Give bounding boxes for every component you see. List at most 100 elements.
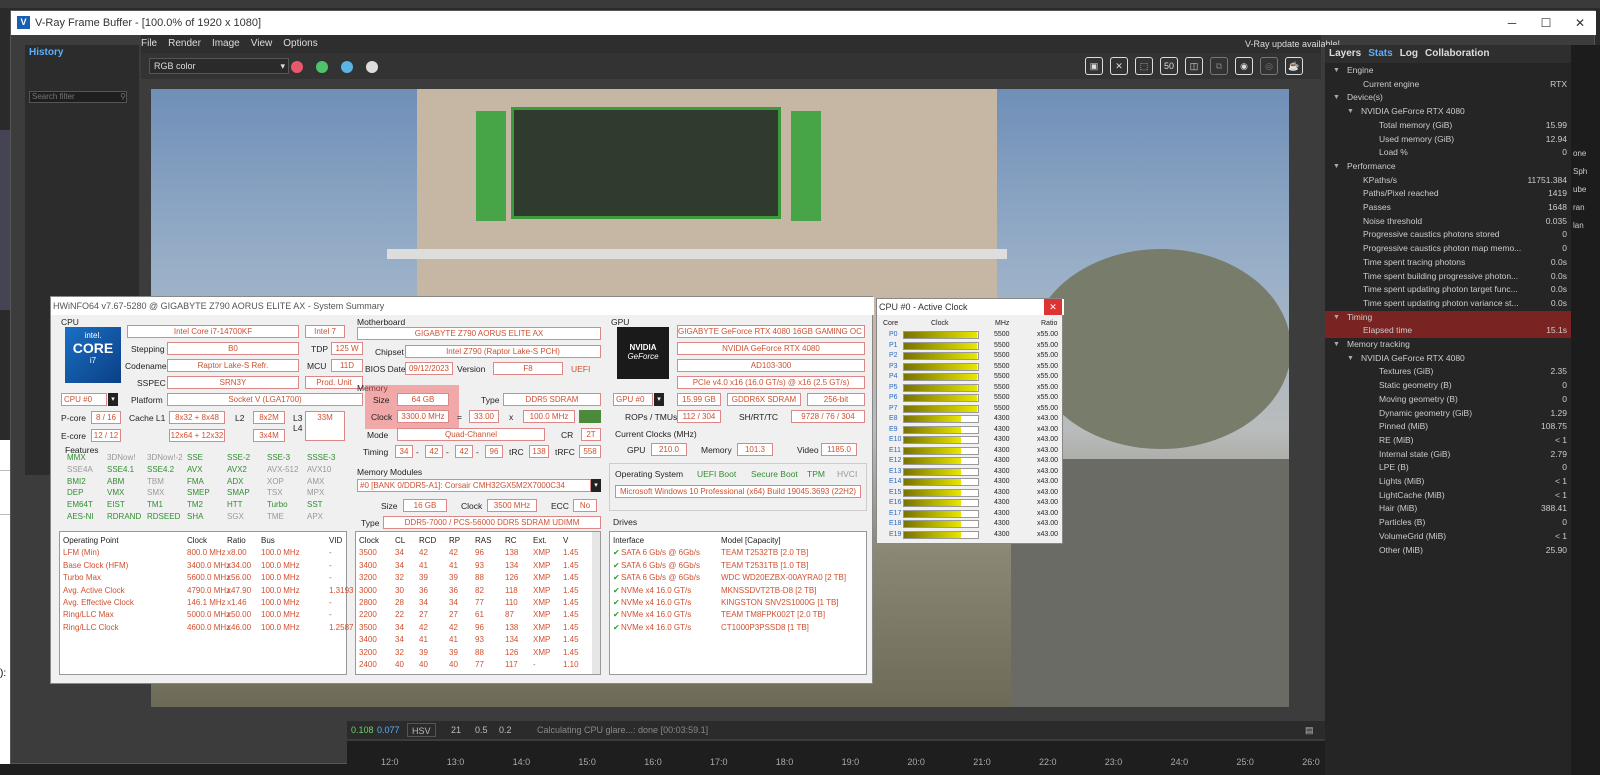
table-cell: 82	[475, 585, 484, 595]
table-cell: 40	[449, 660, 458, 669]
region-render-icon[interactable]: ⬚	[1135, 57, 1153, 75]
stats-row[interactable]: Used memory (GiB) 12.94	[1325, 133, 1571, 147]
stats-row[interactable]: Internal state (GiB) 2.79	[1325, 448, 1571, 462]
table-cell: 32	[395, 573, 404, 583]
stats-row[interactable]: ▼ Memory tracking	[1325, 338, 1571, 352]
stats-row[interactable]: Current engine RTX	[1325, 78, 1571, 92]
interactive-render-icon[interactable]: ◉	[1235, 57, 1253, 75]
hwinfo-titlebar[interactable]: HWiNFO64 v7.67-5280 @ GIGABYTE Z790 AORU…	[51, 297, 874, 315]
chevron-down-icon[interactable]: ▾	[654, 393, 664, 406]
stats-row[interactable]: Total memory (GiB) 15.99	[1325, 119, 1571, 133]
maximize-button[interactable]: ☐	[1529, 11, 1563, 35]
history-search-input[interactable]: Search filter ⚲	[29, 91, 127, 103]
menu-file[interactable]: File	[141, 38, 157, 49]
expand-triangle-icon[interactable]: ▼	[1333, 64, 1340, 78]
close-button[interactable]: ✕	[1563, 11, 1597, 35]
stats-row[interactable]: RE (MiB) < 1	[1325, 434, 1571, 448]
stats-row[interactable]: Progressive caustics photons stored 0	[1325, 228, 1571, 242]
stats-row[interactable]: ▼ Timing	[1325, 310, 1571, 325]
stats-row[interactable]: Passes 1648	[1325, 201, 1571, 215]
stats-row[interactable]: Dynamic geometry (GiB) 1.29	[1325, 407, 1571, 421]
stats-row[interactable]: Elapsed time 15.1s	[1325, 324, 1571, 338]
expand-triangle-icon[interactable]: ▼	[1333, 91, 1340, 105]
clear-image-icon[interactable]: ✕	[1110, 57, 1128, 75]
close-icon[interactable]: ✕	[1044, 299, 1062, 315]
stats-row[interactable]: ▼ NVIDIA GeForce RTX 4080	[1325, 352, 1571, 366]
menu-view[interactable]: View	[251, 38, 273, 49]
stats-row[interactable]: Static geometry (B) 0	[1325, 379, 1571, 393]
stats-row[interactable]: LPE (B) 0	[1325, 461, 1571, 475]
chevron-down-icon[interactable]: ▾	[591, 479, 601, 492]
gpu-selector[interactable]: GPU #0	[613, 393, 653, 406]
stats-row[interactable]: Time spent building progressive photon..…	[1325, 270, 1571, 284]
stats-row[interactable]: Time spent tracing photons 0.0s	[1325, 256, 1571, 270]
stats-row[interactable]: Time spent updating photon variance st..…	[1325, 297, 1571, 311]
expand-triangle-icon[interactable]: ▼	[1333, 311, 1340, 325]
window-titlebar[interactable]: V-Ray Frame Buffer - [100.0% of 1920 x 1…	[11, 11, 1596, 35]
stats-row[interactable]: Load % 0	[1325, 146, 1571, 160]
stats-value: < 1	[1554, 434, 1567, 445]
stats-row[interactable]: Progressive caustics photon map memo... 0	[1325, 242, 1571, 256]
table-cell: XMP	[533, 647, 551, 657]
table-header-cell: CL	[395, 536, 406, 545]
stats-row[interactable]: ▼ Engine	[1325, 64, 1571, 78]
cpu-selector[interactable]: CPU #0	[61, 393, 107, 406]
cpu-feature: SMEP	[187, 488, 210, 498]
stats-row[interactable]: Textures (GiB) 2.35	[1325, 365, 1571, 379]
green-channel-toggle[interactable]	[316, 61, 328, 73]
tab-stats[interactable]: Stats	[1368, 48, 1392, 59]
stats-row[interactable]: Particles (B) 0	[1325, 516, 1571, 530]
minimize-button[interactable]: ─	[1495, 11, 1529, 35]
menu-render[interactable]: Render	[168, 38, 201, 49]
tab-collaboration[interactable]: Collaboration	[1425, 48, 1489, 59]
expand-triangle-icon[interactable]: ▼	[1333, 338, 1340, 352]
red-channel-toggle[interactable]	[291, 61, 303, 73]
tab-log[interactable]: Log	[1400, 48, 1418, 59]
memory-module-select[interactable]: #0 [BANK 0/DDR5-A1]: Corsair CMH32GX5M2X…	[357, 479, 591, 492]
stats-row[interactable]: Pinned (MiB) 108.75	[1325, 420, 1571, 434]
timeline-tick-label: 25:0	[1236, 757, 1254, 767]
color-mode-select[interactable]: HSV	[407, 723, 436, 737]
stats-row[interactable]: ▼ NVIDIA GeForce RTX 4080	[1325, 105, 1571, 119]
memory-modules-section-label: Memory Modules	[357, 467, 423, 477]
cpu-feature: DEP	[67, 488, 84, 498]
expand-triangle-icon[interactable]: ▼	[1333, 160, 1340, 174]
menu-options[interactable]: Options	[283, 38, 317, 49]
active-clock-titlebar[interactable]: CPU #0 - Active Clock	[877, 299, 1064, 315]
bios-date: 09/12/2023	[405, 362, 453, 375]
menu-image[interactable]: Image	[212, 38, 240, 49]
compare-icon[interactable]: ◫	[1185, 57, 1203, 75]
link-icon[interactable]: ⧉	[1210, 57, 1228, 75]
zoom-level-icon[interactable]: 50	[1160, 57, 1178, 75]
save-icon[interactable]: ▣	[1085, 57, 1103, 75]
channel-select[interactable]: RGB color ▾	[149, 58, 289, 74]
table-cell: 77	[475, 598, 484, 607]
clock-bar	[903, 467, 979, 476]
stats-row[interactable]: Moving geometry (B) 0	[1325, 393, 1571, 407]
render-icon[interactable]: ◎	[1260, 57, 1278, 75]
stats-row[interactable]: ▼ Performance	[1325, 160, 1571, 174]
stats-row[interactable]: Noise threshold 0.035	[1325, 215, 1571, 229]
stats-row[interactable]: Paths/Pixel reached 1419	[1325, 187, 1571, 201]
start-render-icon[interactable]: ☕	[1285, 57, 1303, 75]
console-icon[interactable]: ▤	[1305, 721, 1314, 739]
expand-triangle-icon[interactable]: ▼	[1347, 105, 1354, 119]
stats-row[interactable]: Lights (MiB) < 1	[1325, 475, 1571, 489]
stats-row[interactable]: Time spent updating photon target func..…	[1325, 283, 1571, 297]
stats-row[interactable]: KPaths/s 11751.384	[1325, 174, 1571, 188]
tab-layers[interactable]: Layers	[1329, 48, 1361, 59]
scrollbar[interactable]	[592, 532, 600, 674]
expand-triangle-icon[interactable]: ▼	[1347, 352, 1354, 366]
memory-timings-table: Clock CL RCD RP RAS RC Ext. V 3500 34 42 42 96 138 XMP…	[355, 531, 601, 675]
stats-row[interactable]: ▼ Device(s)	[1325, 91, 1571, 105]
stats-row[interactable]: VolumeGrid (MiB) < 1	[1325, 530, 1571, 544]
stats-row[interactable]: Other (MiB) 25.90	[1325, 544, 1571, 558]
chevron-down-icon[interactable]: ▾	[108, 393, 118, 406]
stats-row[interactable]: Hair (MiB) 388.41	[1325, 502, 1571, 516]
table-cell: Turbo Max	[63, 573, 101, 583]
blue-channel-toggle[interactable]	[341, 61, 353, 73]
stats-tabs: Layers Stats Log Collaboration	[1325, 45, 1571, 63]
history-tab[interactable]: History	[29, 47, 63, 58]
stats-row[interactable]: LightCache (MiB) < 1	[1325, 489, 1571, 503]
alpha-channel-toggle[interactable]	[366, 61, 378, 73]
